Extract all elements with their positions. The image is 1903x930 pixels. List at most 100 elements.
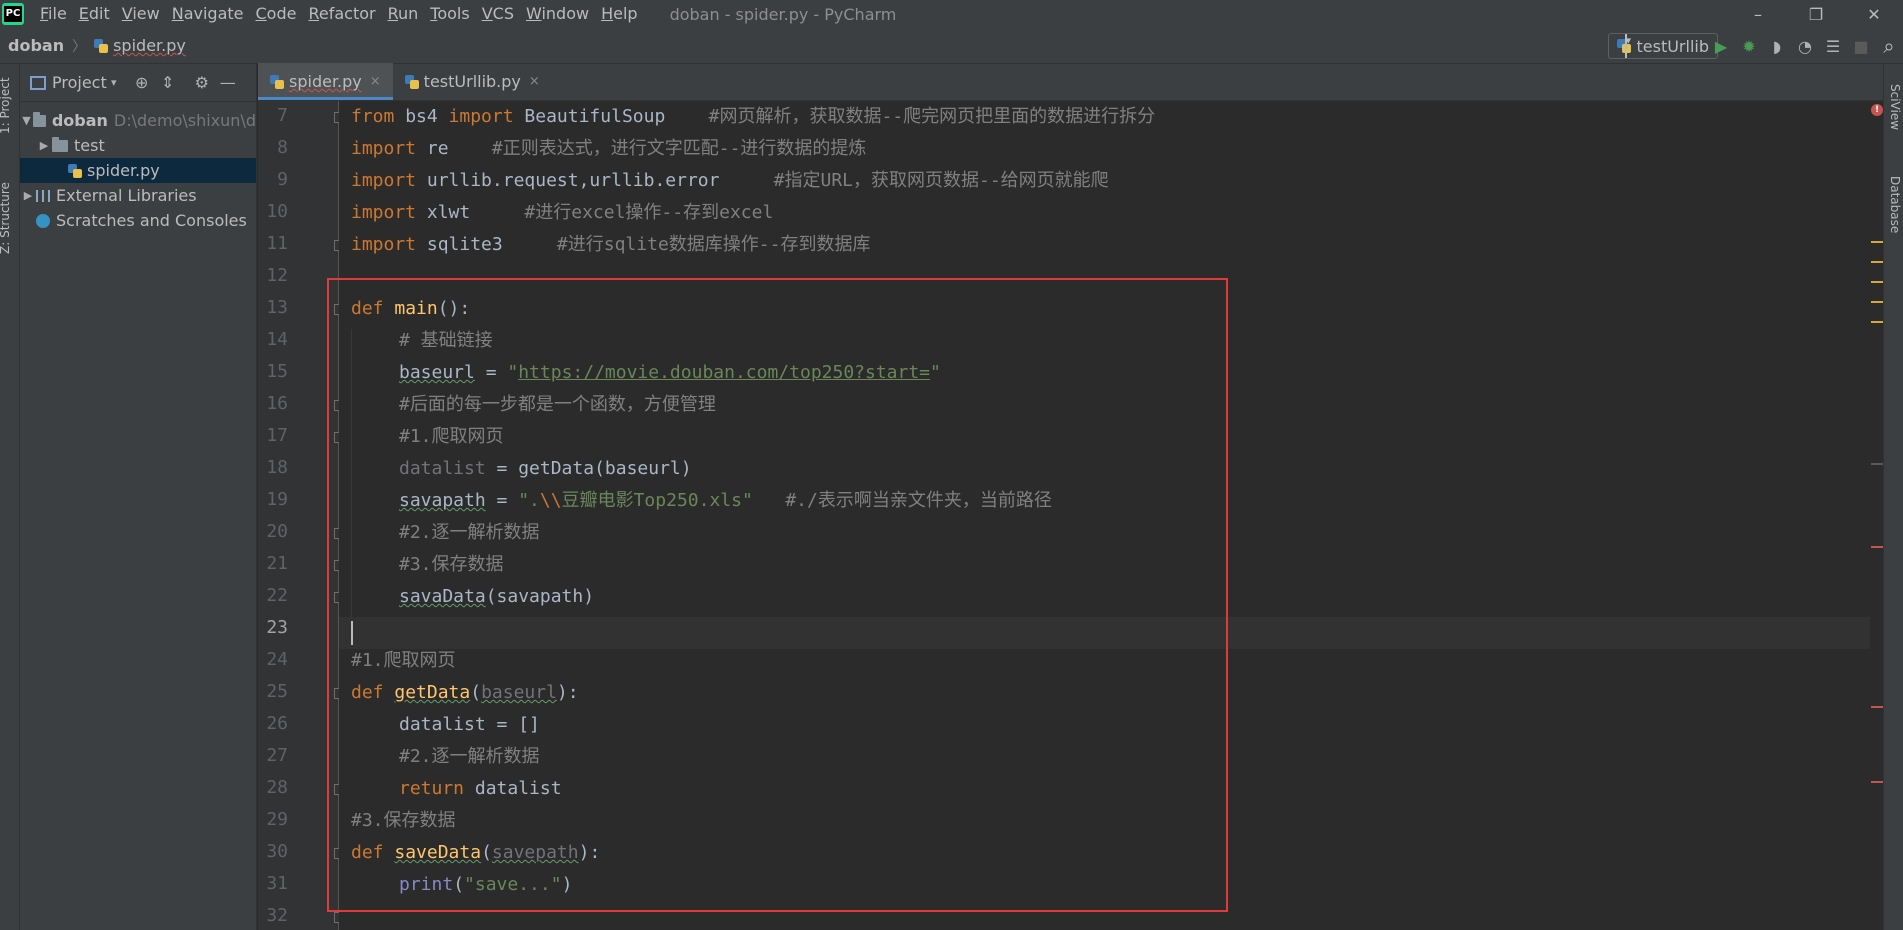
pycharm-logo-icon: [2, 3, 24, 25]
info-marker[interactable]: [1871, 463, 1883, 465]
sciview-tool-button[interactable]: SciView: [1888, 84, 1902, 130]
error-marker[interactable]: [1871, 546, 1883, 548]
tab-label: testUrllib.py: [423, 72, 521, 91]
tree-item-doban[interactable]: ▼ doban D:\demo\shixun\d: [20, 108, 256, 133]
editor-tabs: spider.py × testUrllib.py ×: [258, 63, 1903, 101]
python-file-icon: [270, 74, 284, 89]
database-tool-button[interactable]: Database: [1888, 176, 1902, 233]
tree-item-label: spider.py: [87, 161, 160, 180]
line-number: 21: [266, 553, 288, 574]
line-number: 17: [266, 425, 288, 446]
line-number: 18: [266, 457, 288, 478]
coverage-icon[interactable]: ◗: [1764, 34, 1790, 58]
run-configuration-select[interactable]: testUrllib ▾: [1608, 33, 1718, 59]
menu-run[interactable]: Run: [382, 0, 425, 28]
right-tool-stripe: SciView Database: [1883, 64, 1903, 930]
annotation-highlight-box: [327, 278, 1228, 912]
locate-file-icon[interactable]: ⊕: [129, 73, 155, 92]
tree-item-test[interactable]: ▶ test: [20, 133, 256, 158]
menu-vcs[interactable]: VCS: [476, 0, 520, 28]
window-controls: – ❐ ✕: [1729, 0, 1903, 28]
menu-window[interactable]: Window: [520, 0, 595, 28]
warning-marker[interactable]: [1871, 301, 1883, 303]
code-line-8[interactable]: import re #正则表达式，进行文字匹配--进行数据的提炼: [351, 133, 866, 165]
warning-marker[interactable]: [1871, 241, 1883, 243]
breadcrumb-project[interactable]: doban: [8, 36, 64, 55]
close-icon[interactable]: ×: [370, 74, 381, 89]
error-marker[interactable]: [1871, 706, 1883, 708]
expand-arrow-icon[interactable]: ▼: [20, 114, 33, 127]
python-file-icon: [68, 163, 82, 178]
navigation-bar: doban 〉 spider.py testUrllib ▾ ▶ ✹ ◗ ◔ ☰…: [0, 28, 1903, 64]
folder-icon: [52, 136, 68, 152]
menu-help[interactable]: Help: [595, 0, 643, 28]
close-window-button[interactable]: ✕: [1845, 0, 1903, 28]
run-icon[interactable]: ▶: [1708, 34, 1734, 58]
python-file-icon: [404, 74, 419, 89]
warning-marker[interactable]: [1871, 321, 1883, 323]
gear-icon[interactable]: ⚙: [189, 73, 215, 92]
menu-navigate[interactable]: Navigate: [166, 0, 250, 28]
profile-icon[interactable]: ◔: [1792, 34, 1818, 58]
tree-item-label: External Libraries: [56, 186, 197, 205]
library-icon: [36, 189, 50, 202]
error-marker[interactable]: [1871, 781, 1883, 783]
maximize-button[interactable]: ❐: [1787, 0, 1845, 28]
menu-view[interactable]: View: [116, 0, 166, 28]
tab-spider-py[interactable]: spider.py ×: [258, 63, 393, 100]
line-number: 7: [277, 105, 288, 126]
stop-icon[interactable]: ■: [1848, 34, 1874, 58]
tree-item-spider[interactable]: spider.py: [20, 158, 256, 183]
concurrency-icon[interactable]: ☰: [1820, 34, 1846, 58]
menu-file[interactable]: File: [34, 0, 73, 28]
code-line-10[interactable]: import xlwt #进行excel操作--存到excel: [351, 197, 773, 229]
expand-arrow-icon[interactable]: ▶: [20, 189, 36, 202]
chevron-down-icon[interactable]: ▾: [107, 76, 121, 89]
debug-icon[interactable]: ✹: [1736, 34, 1762, 58]
line-number: 29: [266, 809, 288, 830]
line-number: 13: [266, 297, 288, 318]
menu-refactor[interactable]: Refactor: [302, 0, 381, 28]
line-number: 28: [266, 777, 288, 798]
line-number: 16: [266, 393, 288, 414]
tree-item-external-libraries[interactable]: ▶ External Libraries: [20, 183, 256, 208]
project-panel: Project ▾ ⊕ ⇕ ⚙ — ▼ doban D:\demo\shixun…: [20, 64, 257, 930]
search-icon[interactable]: ⌕: [1876, 34, 1902, 58]
menu-tools[interactable]: Tools: [424, 0, 475, 28]
menu-edit[interactable]: Edit: [73, 0, 116, 28]
code-line-7[interactable]: from bs4 import BeautifulSoup #网页解析，获取数据…: [351, 101, 1155, 133]
code-line-9[interactable]: import urllib.request,urllib.error #指定UR…: [351, 165, 1109, 197]
line-number: 12: [266, 265, 288, 286]
line-number: 27: [266, 745, 288, 766]
tree-item-label: doban: [51, 111, 108, 130]
expand-arrow-icon[interactable]: ▶: [36, 139, 52, 152]
collapse-all-icon[interactable]: ⇕: [155, 73, 181, 92]
python-file-icon: [94, 38, 109, 53]
run-toolbar: ▶ ✹ ◗ ◔ ☰ ■ ⌕: [1707, 34, 1903, 58]
line-number: 10: [266, 201, 288, 222]
scratches-icon: [36, 213, 50, 228]
error-indicator-icon[interactable]: !: [1871, 104, 1883, 116]
structure-tool-button[interactable]: Z: Structure: [0, 182, 12, 254]
menu-code[interactable]: Code: [250, 0, 303, 28]
code-line-11[interactable]: import sqlite3 #进行sqlite数据库操作--存到数据库: [351, 229, 870, 261]
tree-item-path: D:\demo\shixun\d: [113, 111, 256, 130]
line-number: 14: [266, 329, 288, 350]
hide-panel-icon[interactable]: —: [215, 73, 241, 92]
folder-icon: [32, 111, 46, 127]
line-number: 24: [266, 649, 288, 670]
tree-item-scratches[interactable]: Scratches and Consoles: [20, 208, 256, 233]
error-stripe[interactable]: [1870, 101, 1883, 930]
breadcrumb-file[interactable]: spider.py: [113, 36, 186, 55]
close-icon[interactable]: ×: [529, 74, 540, 89]
warning-marker[interactable]: [1871, 281, 1883, 283]
minimize-button[interactable]: –: [1729, 0, 1787, 28]
line-number: 20: [266, 521, 288, 542]
chevron-down-icon: ▾: [1625, 34, 1631, 58]
tab-testurllib-py[interactable]: testUrllib.py ×: [393, 63, 552, 100]
line-number: 32: [266, 905, 288, 926]
project-panel-title[interactable]: Project: [52, 73, 107, 92]
tree-item-label: test: [74, 136, 105, 155]
warning-marker[interactable]: [1871, 261, 1883, 263]
project-tool-button[interactable]: 1: Project: [0, 77, 12, 134]
